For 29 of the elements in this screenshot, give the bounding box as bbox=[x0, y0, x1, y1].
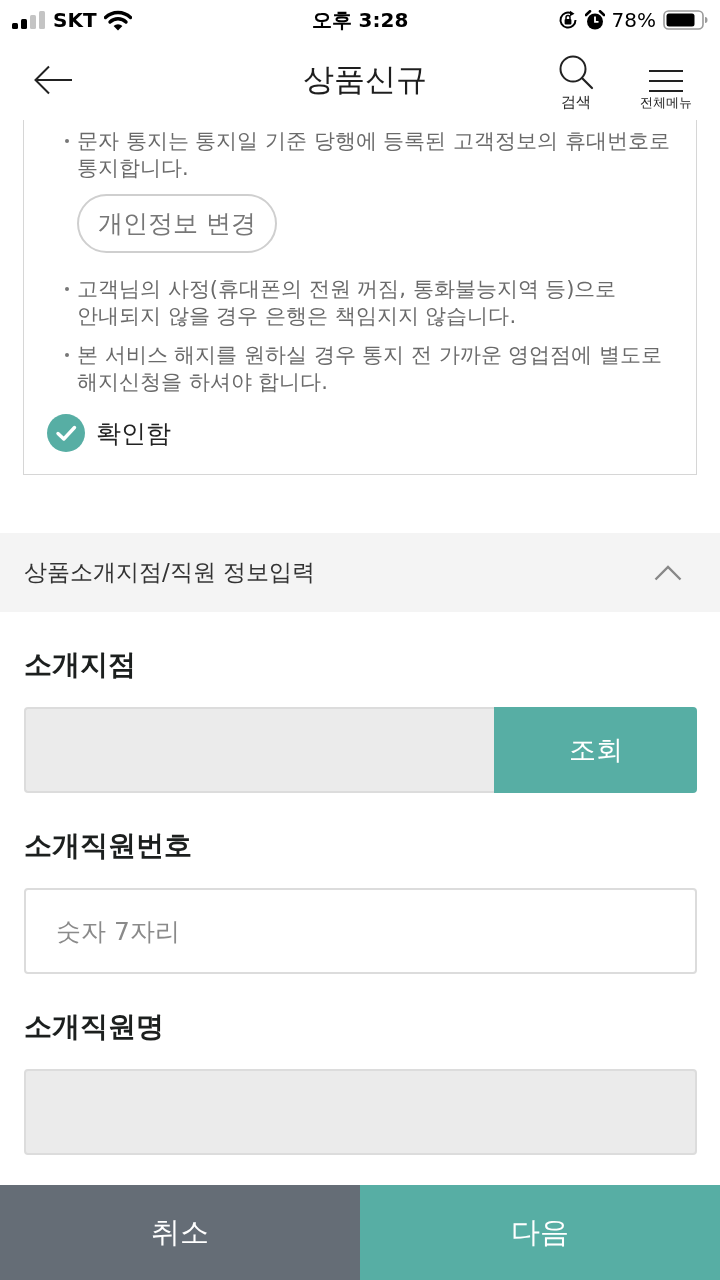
alarm-icon bbox=[584, 9, 605, 31]
field-label: 소개직원번호 bbox=[24, 828, 193, 864]
wifi-icon bbox=[103, 9, 132, 31]
bullet-icon bbox=[65, 287, 69, 291]
checkbox-label[interactable]: 확인함 bbox=[96, 416, 171, 450]
battery-percent: 78% bbox=[611, 8, 656, 32]
signal-icon bbox=[12, 11, 46, 29]
page-title: 상품신규 bbox=[303, 60, 427, 99]
search-icon bbox=[558, 53, 594, 90]
notice-text: 문자 통지는 통지일 기준 당행에 등록된 고객정보의 휴대번호로 통지합니다. bbox=[77, 128, 671, 182]
menu-button[interactable]: 전체메뉴 bbox=[636, 50, 696, 110]
change-info-button[interactable]: 개인정보 변경 bbox=[77, 194, 277, 253]
notice-text: 본 서비스 해지를 원하실 경우 통지 전 가까운 영업점에 별도로 해지신청을 하셔야 합니다. bbox=[77, 342, 664, 396]
bullet-icon bbox=[65, 353, 69, 357]
battery-icon bbox=[663, 10, 708, 30]
menu-icon bbox=[649, 69, 683, 92]
search-button[interactable]: 검색 bbox=[546, 50, 606, 110]
checkbox[interactable] bbox=[47, 414, 85, 452]
status-time: 오후 3:28 bbox=[311, 6, 409, 34]
back-arrow-icon[interactable] bbox=[34, 65, 73, 95]
rotation-lock-icon bbox=[557, 10, 578, 30]
carrier-name: SKT bbox=[53, 8, 97, 32]
input-field[interactable]: 숫자 7자리 bbox=[24, 888, 697, 974]
section-toggle[interactable]: 상품소개지점/직원 정보입력 bbox=[0, 533, 720, 612]
field-label: 소개직원명 bbox=[24, 1009, 165, 1045]
field-label: 소개지점 bbox=[24, 647, 137, 683]
bullet-icon bbox=[65, 139, 69, 143]
notice-text: 고객님의 사정(휴대폰의 전원 꺼짐, 통화불능지역 등)으로 안내되지 않을 경우 은행은 책임지지 않습니다. bbox=[77, 276, 618, 330]
cancel-button[interactable]: 취소 bbox=[0, 1185, 360, 1280]
